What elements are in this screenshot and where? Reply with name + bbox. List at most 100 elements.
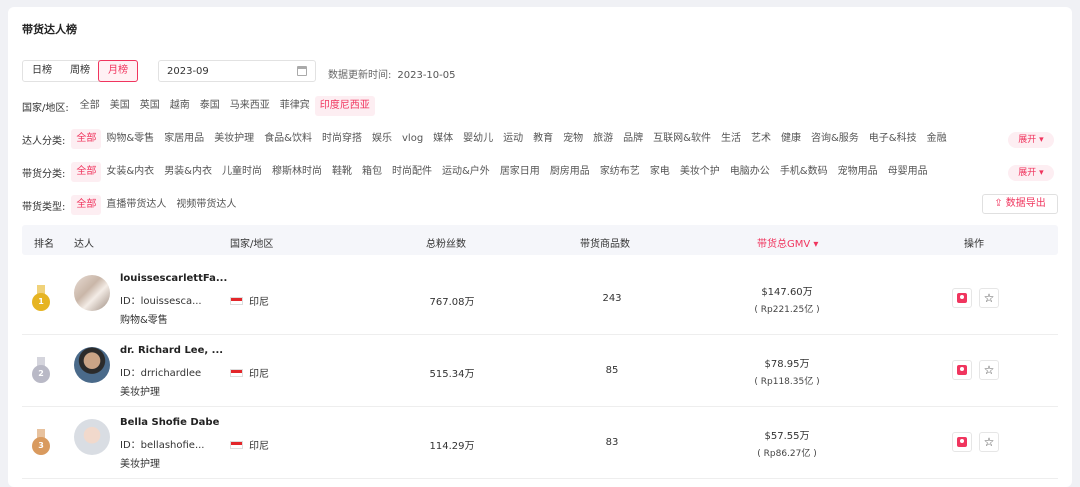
filter-option[interactable]: 教育: [528, 129, 558, 149]
gmv-local: ( Rp221.25亿 ): [754, 305, 820, 315]
filter-option[interactable]: 男装&内衣: [159, 162, 217, 182]
filter-option[interactable]: 宠物用品: [833, 162, 883, 182]
filter-option[interactable]: 马来西亚: [225, 96, 275, 116]
favorite-button[interactable]: ☆: [979, 288, 999, 308]
country-label: 印尼: [249, 297, 269, 308]
filter-option[interactable]: 视频带货达人: [171, 195, 241, 215]
filter-option[interactable]: 越南: [165, 96, 195, 116]
filter-region: 国家/地区: 全部 美国 英国 越南 泰国 马来西亚 菲律宾 印度尼西亚: [22, 96, 375, 116]
profile-button[interactable]: [952, 288, 972, 308]
update-time-value: 2023-10-05: [397, 70, 456, 81]
filter-option[interactable]: 购物&零售: [101, 129, 159, 149]
profile-button[interactable]: [952, 360, 972, 380]
export-icon: ⇪: [994, 198, 1003, 209]
filter-option[interactable]: 全部: [71, 195, 102, 215]
filter-option[interactable]: 鞋靴: [327, 162, 357, 182]
filter-option[interactable]: 家居用品: [159, 129, 209, 149]
fans-count: 114.29万: [429, 441, 475, 452]
filter-option[interactable]: 时尚穿搭: [317, 129, 367, 149]
avatar[interactable]: [74, 419, 110, 455]
filter-option[interactable]: 运动&户外: [437, 162, 495, 182]
filter-option[interactable]: 艺术: [746, 129, 776, 149]
avatar[interactable]: [74, 347, 110, 383]
filter-option[interactable]: 家纺布艺: [595, 162, 645, 182]
creator-name[interactable]: louissescarlettFa...: [120, 273, 227, 284]
filter-option[interactable]: 箱包: [357, 162, 387, 182]
filter-option[interactable]: 旅游: [588, 129, 618, 149]
filter-option[interactable]: 家电: [645, 162, 675, 182]
rank-number: 1: [32, 293, 50, 311]
filter-option[interactable]: 婴幼儿: [458, 129, 498, 149]
filter-option[interactable]: 厨房用品: [545, 162, 595, 182]
avatar[interactable]: [74, 275, 110, 311]
filter-option[interactable]: 女装&内衣: [101, 162, 159, 182]
filter-option[interactable]: 泰国: [195, 96, 225, 116]
filter-option[interactable]: 娱乐: [367, 129, 397, 149]
country-label: 印尼: [249, 441, 269, 452]
filter-sales-type: 带货类型: 全部 直播带货达人 视频带货达人: [22, 195, 241, 215]
table-row[interactable]: 1 louissescarlettFa... ID：louissesca... 购物&…: [22, 263, 1058, 335]
tab-monthly[interactable]: 月榜: [98, 60, 138, 82]
filter-option[interactable]: 互联网&软件: [648, 129, 716, 149]
tab-weekly[interactable]: 周榜: [61, 61, 99, 81]
filter-option[interactable]: 生活: [716, 129, 746, 149]
creator-name[interactable]: Bella Shofie Dabe: [120, 417, 219, 428]
fans-count: 767.08万: [429, 297, 475, 308]
filter-option[interactable]: 美妆护理: [209, 129, 259, 149]
filter-option[interactable]: 时尚配件: [387, 162, 437, 182]
favorite-button[interactable]: ☆: [979, 360, 999, 380]
period-tabs: 日榜 周榜 月榜: [22, 60, 138, 82]
filter-option[interactable]: 全部: [71, 129, 102, 149]
filter-option[interactable]: 电子&科技: [864, 129, 922, 149]
filter-option[interactable]: 金融: [922, 129, 952, 149]
creator-category: 美妆护理: [120, 387, 160, 398]
filter-option[interactable]: 健康: [776, 129, 806, 149]
filter-option[interactable]: 品牌: [618, 129, 648, 149]
month-picker[interactable]: 2023-09: [158, 60, 316, 82]
filter-option[interactable]: 运动: [498, 129, 528, 149]
month-picker-value: 2023-09: [167, 66, 209, 77]
star-icon: ☆: [983, 435, 995, 449]
filter-option[interactable]: 全部: [75, 96, 105, 116]
country-cell: 印尼: [230, 365, 269, 380]
filter-option[interactable]: 全部: [71, 162, 102, 182]
caret-down-icon: ▾: [1039, 168, 1044, 178]
expand-creator-category-button[interactable]: 展开 ▾: [1008, 132, 1054, 148]
filter-option[interactable]: 菲律宾: [275, 96, 315, 116]
table-row[interactable]: 3 Bella Shofie Dabe ID：bellashofie... 美妆护理 印…: [22, 407, 1058, 479]
header-gmv-sort[interactable]: 带货总GMV ▾: [757, 235, 818, 250]
filter-option[interactable]: 咨询&服务: [806, 129, 864, 149]
filter-option[interactable]: 穆斯林时尚: [267, 162, 327, 182]
table-row[interactable]: 2 dr. Richard Lee, ... ID：drrichardlee 美妆护理…: [22, 335, 1058, 407]
filter-option[interactable]: 母婴用品: [883, 162, 933, 182]
gmv-local: ( Rp86.27亿 ): [757, 449, 817, 459]
indonesia-flag-icon: [230, 368, 243, 377]
filter-option[interactable]: 美妆个护: [675, 162, 725, 182]
creator-name[interactable]: dr. Richard Lee, ...: [120, 345, 223, 356]
filter-creator-category: 达人分类: 全部 购物&零售 家居用品 美妆护理 食品&饮料 时尚穿搭 娱乐 vlog 媒体 婴幼儿…: [22, 129, 952, 149]
filter-option[interactable]: 电脑办公: [725, 162, 775, 182]
filter-option[interactable]: 英国: [135, 96, 165, 116]
indonesia-flag-icon: [230, 440, 243, 449]
favorite-button[interactable]: ☆: [979, 432, 999, 452]
tab-daily[interactable]: 日榜: [23, 61, 61, 81]
export-button[interactable]: ⇪ 数据导出: [982, 194, 1058, 214]
silver-medal-icon: 2: [32, 357, 50, 383]
fans-count: 515.34万: [429, 369, 475, 380]
filter-label: 带货类型:: [22, 201, 66, 213]
filter-option[interactable]: 食品&饮料: [259, 129, 317, 149]
filter-option[interactable]: 媒体: [428, 129, 458, 149]
goods-count: 83: [605, 437, 619, 448]
filter-option[interactable]: vlog: [397, 129, 428, 149]
filter-option[interactable]: 宠物: [558, 129, 588, 149]
filter-option[interactable]: 手机&数码: [775, 162, 833, 182]
gmv-usd: $78.95万: [764, 359, 810, 370]
filter-option[interactable]: 居家日用: [495, 162, 545, 182]
filter-option[interactable]: 美国: [105, 96, 135, 116]
filter-option[interactable]: 儿童时尚: [217, 162, 267, 182]
filter-option[interactable]: 印度尼西亚: [314, 96, 375, 116]
header-action: 操作: [964, 239, 984, 250]
filter-option[interactable]: 直播带货达人: [101, 195, 171, 215]
expand-goods-category-button[interactable]: 展开 ▾: [1008, 165, 1054, 181]
profile-button[interactable]: [952, 432, 972, 452]
